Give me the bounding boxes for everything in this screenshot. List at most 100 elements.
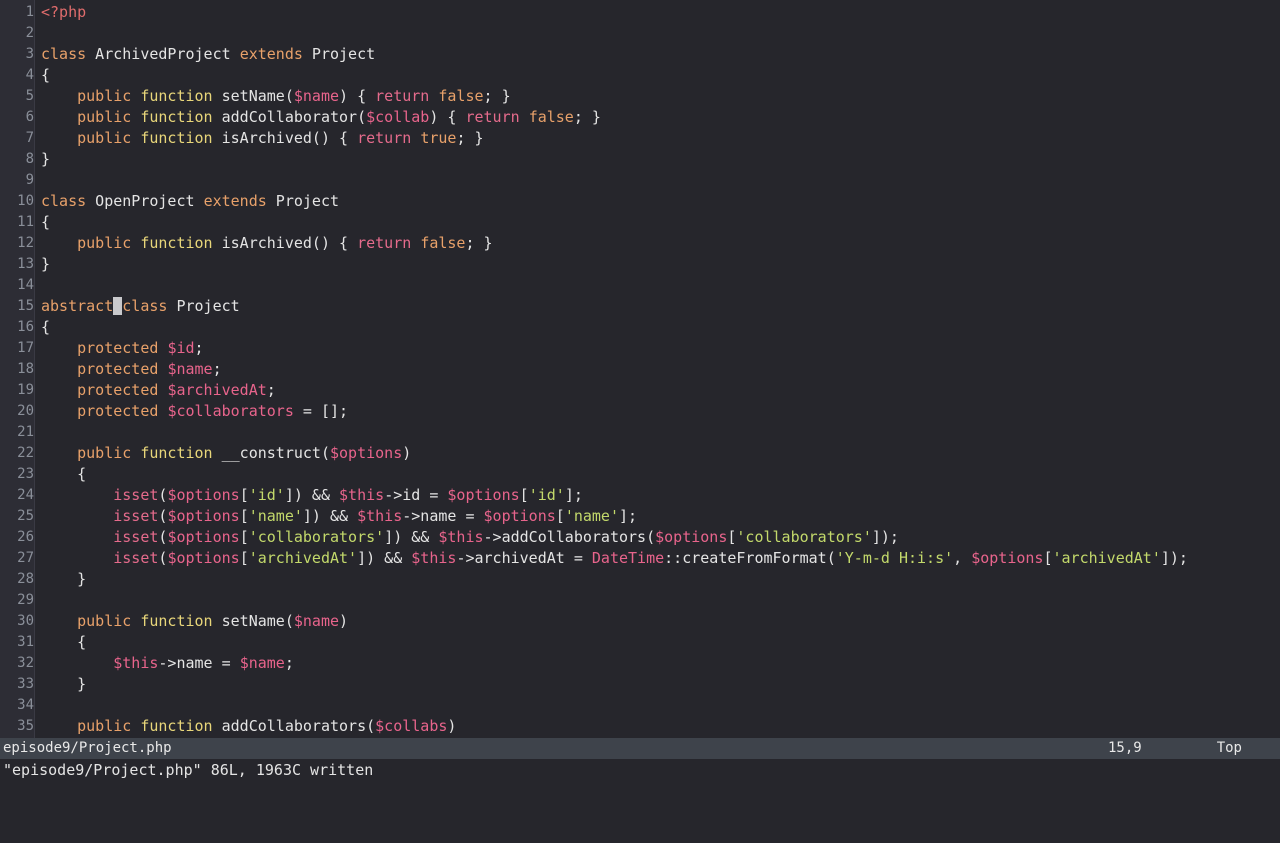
code-token: } <box>41 570 87 588</box>
code-line[interactable]: 18 protected $name; <box>0 359 1280 380</box>
code-line[interactable]: 10 class OpenProject extends Project <box>0 191 1280 212</box>
code-line[interactable]: 28 } <box>0 569 1280 590</box>
code-line[interactable]: 22 public function __construct($options) <box>0 443 1280 464</box>
code-token: ; } <box>573 108 601 126</box>
code-token: setName( <box>212 87 294 105</box>
code-token: ]) && <box>284 486 340 504</box>
code-token: $this <box>339 486 385 504</box>
code-line[interactable]: 29 <box>0 590 1280 611</box>
code-token: class <box>41 45 87 63</box>
code-line[interactable]: 14 <box>0 275 1280 296</box>
code-token: ->name = <box>158 654 240 672</box>
code-line-text: isset($options['id']) && $this->id = $op… <box>41 485 583 506</box>
code-line-text: public function addCollaborators($collab… <box>41 716 456 737</box>
code-line[interactable]: 23 { <box>0 464 1280 485</box>
code-token: $collaborators <box>167 402 294 420</box>
code-line[interactable]: 21 <box>0 422 1280 443</box>
code-line[interactable]: 4{ <box>0 65 1280 86</box>
line-number: 19 <box>0 380 34 401</box>
code-line-text: class ArchivedProject extends Project <box>41 44 375 65</box>
code-line[interactable]: 8} <box>0 149 1280 170</box>
code-token: false <box>420 234 466 252</box>
code-token: function <box>140 717 213 735</box>
code-token: $options <box>655 528 728 546</box>
line-number: 29 <box>0 590 34 611</box>
code-line[interactable]: 15 abstract class Project <box>0 296 1280 317</box>
code-line-text: protected $collaborators = []; <box>41 401 348 422</box>
code-line[interactable]: 34 <box>0 695 1280 716</box>
code-token: __construct( <box>212 444 330 462</box>
code-line[interactable]: 19 protected $archivedAt; <box>0 380 1280 401</box>
code-line[interactable]: 33 } <box>0 674 1280 695</box>
code-line[interactable]: 2 <box>0 23 1280 44</box>
code-token: ->archivedAt = <box>456 549 592 567</box>
code-line[interactable]: 7 public function isArchived() { return … <box>0 128 1280 149</box>
code-line[interactable]: 20 protected $collaborators = []; <box>0 401 1280 422</box>
code-line[interactable]: 24 isset($options['id']) && $this->id = … <box>0 485 1280 506</box>
code-token: ]; <box>564 486 583 504</box>
code-line[interactable]: 9 <box>0 170 1280 191</box>
vim-command-line[interactable]: "episode9/Project.php" 86L, 1963C writte… <box>0 759 1280 800</box>
code-line[interactable]: 6 public function addCollaborator($colla… <box>0 107 1280 128</box>
code-token: extends <box>203 192 267 210</box>
editor-buffer[interactable]: 1 <?php 2 3 class ArchivedProject extends Pr… <box>0 0 1280 738</box>
code-token: $archivedAt <box>167 381 267 399</box>
line-number: 27 <box>0 548 34 569</box>
code-token: $name <box>239 654 285 672</box>
line-number: 35 <box>0 716 34 737</box>
line-number: 4 <box>0 65 34 86</box>
code-line[interactable]: 5 public function setName($name) { retur… <box>0 86 1280 107</box>
code-line[interactable]: 32 $this->name = $name; <box>0 653 1280 674</box>
code-line[interactable]: 27 isset($options['archivedAt']) && $thi… <box>0 548 1280 569</box>
code-line-text: <?php <box>41 2 86 23</box>
code-token: function <box>140 108 213 126</box>
line-number: 16 <box>0 317 34 338</box>
code-line[interactable]: 26 isset($options['collaborators']) && $… <box>0 527 1280 548</box>
code-token: ) <box>447 717 457 735</box>
code-token: $collabs <box>375 717 448 735</box>
line-number: 21 <box>0 422 34 443</box>
code-token: Project <box>302 45 376 63</box>
code-line[interactable]: 12 public function isArchived() { return… <box>0 233 1280 254</box>
code-line[interactable]: 1 <?php <box>0 2 1280 23</box>
code-token: isset <box>113 486 159 504</box>
code-token: Project <box>266 192 340 210</box>
code-token: ::createFromFormat( <box>664 549 836 567</box>
code-line[interactable]: 25 isset($options['name']) && $this->nam… <box>0 506 1280 527</box>
code-line[interactable]: 13} <box>0 254 1280 275</box>
code-token: = []; <box>293 402 349 420</box>
code-token: false <box>438 87 484 105</box>
code-line-text: isset($options['archivedAt']) && $this->… <box>41 548 1188 569</box>
code-token: } <box>41 150 51 168</box>
code-token: $options <box>167 507 240 525</box>
code-token: ; <box>284 654 294 672</box>
line-number: 5 <box>0 86 34 107</box>
code-line-text: isset($options['name']) && $this->name =… <box>41 506 637 527</box>
code-line-text: isset($options['collaborators']) && $thi… <box>41 527 899 548</box>
line-number: 33 <box>0 674 34 695</box>
code-line[interactable]: 11 { <box>0 212 1280 233</box>
code-line[interactable]: 31 { <box>0 632 1280 653</box>
line-number: 34 <box>0 695 34 716</box>
code-line[interactable]: 16 { <box>0 317 1280 338</box>
code-token: $options <box>447 486 520 504</box>
code-token: [ <box>555 507 565 525</box>
code-token: ->name = <box>402 507 484 525</box>
code-line-text: { <box>41 317 50 338</box>
code-token: false <box>528 108 574 126</box>
code-token: $this <box>438 528 484 546</box>
code-line[interactable]: 3 class ArchivedProject extends Project <box>0 44 1280 65</box>
line-number: 10 <box>0 191 34 212</box>
code-token: public <box>77 717 132 735</box>
code-token: addCollaborators( <box>212 717 376 735</box>
code-line[interactable]: 30 public function setName($name) <box>0 611 1280 632</box>
code-line-text: protected $archivedAt; <box>41 380 276 401</box>
code-line[interactable]: 17 protected $id; <box>0 338 1280 359</box>
code-line[interactable]: 35 public function addCollaborators($col… <box>0 716 1280 737</box>
code-line-text: class OpenProject extends Project <box>41 191 339 212</box>
status-filename: episode9/Project.php <box>3 740 172 756</box>
